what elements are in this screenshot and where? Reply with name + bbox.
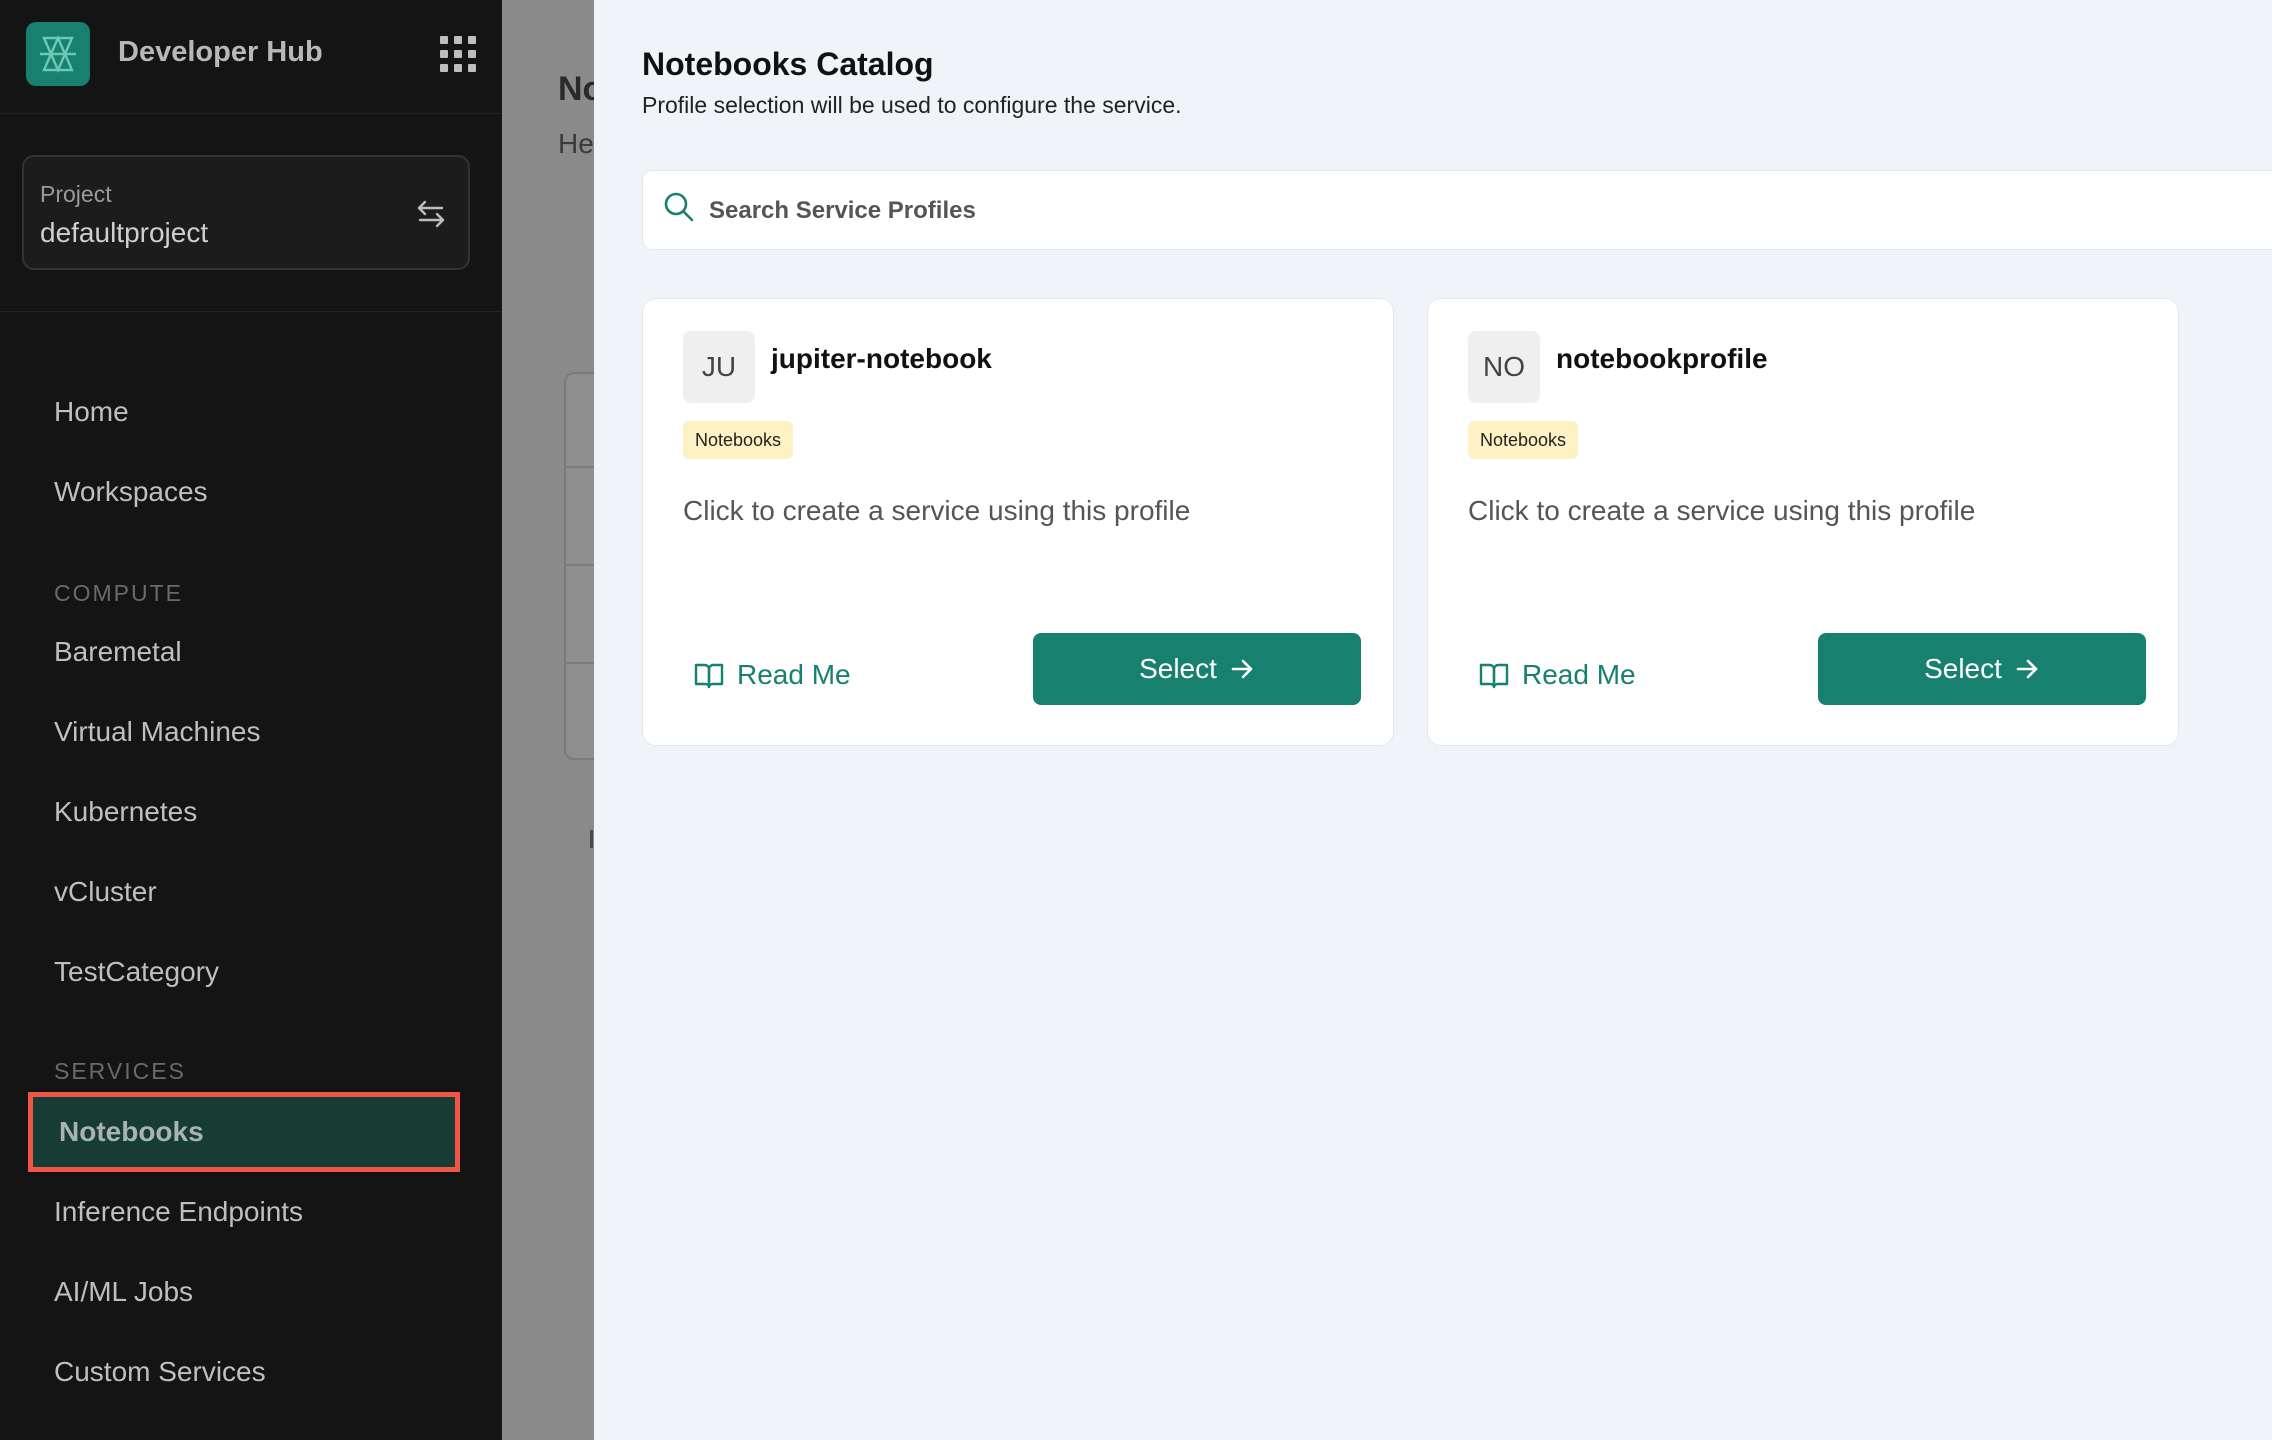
category-badge: Notebooks	[683, 421, 794, 459]
app-root: Developer Hub Project defaultproject Hom…	[0, 0, 2272, 1440]
read-me-label: Read Me	[1522, 659, 1636, 690]
swap-icon[interactable]	[414, 197, 448, 231]
sidebar-item-workspaces[interactable]: Workspaces	[54, 468, 208, 516]
sidebar-item-aiml-jobs[interactable]: AI/ML Jobs	[54, 1268, 193, 1316]
category-badge: Notebooks	[1468, 421, 1579, 459]
search-bar[interactable]	[642, 170, 2272, 250]
arrow-right-icon	[1231, 659, 1253, 679]
book-icon	[1479, 663, 1509, 689]
select-label: Select	[1924, 653, 2002, 684]
app-title: Developer Hub	[118, 36, 323, 68]
drawer-title: Notebooks Catalog	[642, 46, 934, 82]
avatar: NO	[1468, 331, 1540, 403]
background-table	[564, 372, 594, 760]
sidebar-item-testcategory[interactable]: TestCategory	[54, 948, 219, 996]
read-me-label: Read Me	[737, 659, 851, 690]
sidebar-item-virtual-machines[interactable]: Virtual Machines	[54, 708, 260, 756]
background-overlay[interactable]: No He	[502, 0, 594, 1440]
arrow-right-icon	[2016, 659, 2038, 679]
drawer-subtitle: Profile selection will be used to config…	[642, 92, 1182, 118]
book-icon	[694, 663, 724, 689]
profile-name: notebookprofile	[1556, 343, 1768, 374]
sidebar-item-custom-services[interactable]: Custom Services	[54, 1348, 266, 1396]
catalog-drawer: Notebooks Catalog Profile selection will…	[594, 0, 2272, 1440]
select-button[interactable]: Select	[1818, 633, 2146, 705]
sidebar-item-vcluster[interactable]: vCluster	[54, 868, 157, 916]
read-me-link[interactable]: Read Me	[693, 653, 851, 697]
project-label: Project	[40, 181, 112, 207]
select-label: Select	[1139, 653, 1217, 684]
profile-description: Click to create a service using this pro…	[1468, 495, 1976, 526]
sidebar-item-home[interactable]: Home	[54, 388, 129, 436]
logo-icon[interactable]	[26, 22, 90, 86]
brand-header: Developer Hub	[0, 0, 502, 114]
sidebar: Developer Hub Project defaultproject Hom…	[0, 0, 502, 1440]
search-icon	[664, 192, 694, 222]
avatar: JU	[683, 331, 755, 403]
sidebar-item-notebooks[interactable]: Notebooks	[28, 1092, 460, 1172]
profile-name: jupiter-notebook	[771, 343, 992, 374]
apps-grid-icon[interactable]	[440, 36, 476, 72]
background-page-subtitle: He	[558, 128, 594, 159]
section-label-compute: COMPUTE	[54, 580, 183, 606]
sidebar-divider	[0, 311, 502, 312]
section-label-services: SERVICES	[54, 1058, 186, 1084]
background-page-title: No	[558, 70, 594, 108]
sidebar-item-kubernetes[interactable]: Kubernetes	[54, 788, 197, 836]
profile-description: Click to create a service using this pro…	[683, 495, 1191, 526]
project-switcher[interactable]: Project defaultproject	[22, 155, 470, 270]
sidebar-item-baremetal[interactable]: Baremetal	[54, 628, 182, 676]
profile-card-notebookprofile[interactable]: NO notebookprofile Notebooks Click to cr…	[1427, 298, 2179, 746]
background-marker	[590, 830, 593, 848]
sidebar-item-label: Notebooks	[59, 1116, 204, 1147]
profile-card-jupiter-notebook[interactable]: JU jupiter-notebook Notebooks Click to c…	[642, 298, 1394, 746]
search-input[interactable]	[709, 189, 1609, 233]
read-me-link[interactable]: Read Me	[1478, 653, 1636, 697]
sidebar-item-inference-endpoints[interactable]: Inference Endpoints	[54, 1188, 303, 1236]
select-button[interactable]: Select	[1033, 633, 1361, 705]
project-value: defaultproject	[40, 217, 209, 248]
